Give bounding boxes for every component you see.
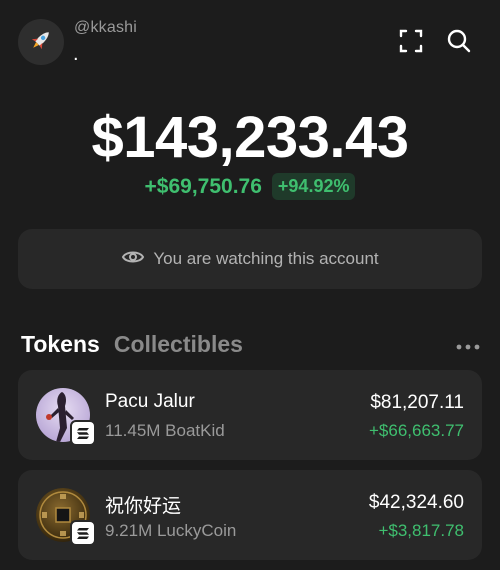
header: @kkashi . <box>0 0 500 80</box>
tab-tokens[interactable]: Tokens <box>21 331 100 358</box>
token-change: +$66,663.77 <box>368 421 464 440</box>
token-value: $81,207.11 <box>370 392 464 413</box>
account-handle[interactable]: @kkashi <box>74 19 137 37</box>
token-value: $42,324.60 <box>368 492 464 513</box>
search-button[interactable] <box>445 29 473 57</box>
account-subtitle: . <box>73 43 79 65</box>
change-percent-badge: +94.92% <box>271 173 356 200</box>
token-list: Pacu Jalur 11.45M BoatKid $81,207.11 +$6… <box>18 370 482 570</box>
solana-chain-icon <box>70 520 96 546</box>
eye-icon <box>121 245 145 274</box>
portfolio-balance: $143,233.43 <box>91 105 409 170</box>
tab-collectibles[interactable]: Collectibles <box>114 331 243 358</box>
scan-button[interactable] <box>397 29 425 57</box>
change-amount: +$69,750.76 <box>144 174 262 198</box>
solana-chain-icon <box>70 420 96 446</box>
token-row-pacu-jalur[interactable]: Pacu Jalur 11.45M BoatKid $81,207.11 +$6… <box>18 370 482 460</box>
watching-account-text: You are watching this account <box>153 249 379 268</box>
search-icon <box>446 28 472 59</box>
rocket-icon <box>27 26 55 59</box>
more-horizontal-icon <box>456 337 480 355</box>
scan-icon <box>398 28 424 59</box>
token-name: 祝你好运 <box>105 496 182 517</box>
token-row-luckycoin[interactable]: 祝你好运 9.21M LuckyCoin $42,324.60 +$3,817.… <box>18 470 482 560</box>
token-name: Pacu Jalur <box>105 391 195 412</box>
avatar[interactable] <box>18 19 64 65</box>
portfolio-change: +$69,750.76 +94.92% <box>0 173 500 200</box>
token-amount: 9.21M LuckyCoin <box>105 521 237 540</box>
token-amount: 11.45M BoatKid <box>105 421 225 440</box>
token-change: +$3,817.78 <box>378 521 464 540</box>
watching-account-banner: You are watching this account <box>18 229 482 289</box>
asset-tabs: Tokens Collectibles <box>21 331 243 358</box>
more-options-button[interactable] <box>452 336 484 356</box>
